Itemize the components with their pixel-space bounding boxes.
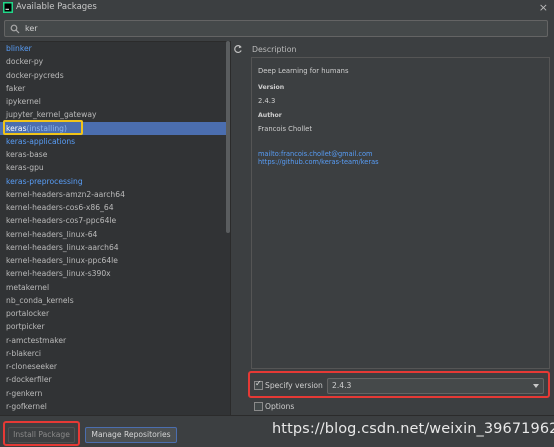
package-name: keras (6, 123, 27, 133)
package-name: r-genkern (6, 388, 43, 398)
package-name: metakernel (6, 282, 50, 292)
package-item[interactable]: keras-preprocessing (0, 175, 230, 188)
title-bar: Available Packages × (0, 0, 554, 16)
package-item[interactable]: keras-applications (0, 135, 230, 148)
package-item[interactable]: keras-gpu (0, 161, 230, 174)
package-name: kernel-headers-cos6-x86_64 (6, 203, 114, 212)
package-name: keras-applications (6, 136, 76, 146)
close-icon[interactable]: × (539, 1, 548, 14)
package-name: docker-py (6, 57, 44, 67)
package-name: portalocker (6, 309, 50, 318)
package-name: r-gofkernel (6, 401, 47, 411)
package-item[interactable]: kernel-headers_linux-ppc64le (0, 254, 230, 267)
package-item[interactable]: docker-py (0, 55, 230, 68)
author-heading: Author (258, 112, 282, 119)
package-item[interactable]: r-amctestmaker (0, 334, 230, 347)
package-item[interactable]: kernel-headers_linux-aarch64 (0, 241, 230, 254)
description-label: Description (252, 45, 297, 54)
package-name: jupyter_kernel_gateway (6, 110, 97, 120)
package-name: ipykernel (6, 97, 41, 106)
package-name: r-amctestmaker (6, 335, 67, 345)
package-name: kernel-headers_linux-s390x (6, 269, 111, 279)
package-name: r-blakerci (6, 348, 41, 358)
version-value: 2.4.3 (258, 97, 276, 105)
version-select-value: 2.4.3 (332, 381, 352, 390)
package-name: kernel-headers_linux-aarch64 (6, 242, 119, 252)
package-name: keras-gpu (6, 163, 44, 173)
package-item[interactable]: nb_conda_kernels (0, 294, 230, 307)
package-item[interactable]: r-genkern (0, 387, 230, 400)
package-item[interactable]: r-cloneseeker (0, 360, 230, 373)
package-item[interactable]: kernel-headers_linux-s390x (0, 267, 230, 280)
package-item[interactable]: faker (0, 82, 230, 95)
package-name: faker (6, 83, 26, 93)
package-item[interactable]: blinker (0, 42, 230, 55)
package-list[interactable]: blinker docker-py docker-pycreds faker ipyke… (0, 41, 230, 415)
package-name: docker-pycreds (6, 70, 64, 80)
package-item[interactable]: kernel-headers-cos7-ppc64le (0, 214, 230, 227)
package-item[interactable]: keras-base (0, 148, 230, 161)
package-name: kernel-headers_linux-ppc64le (6, 256, 118, 265)
version-heading: Version (258, 84, 285, 91)
package-status: (installing) (26, 123, 67, 133)
package-summary: Deep Learning for humans (258, 67, 349, 75)
package-name: r-dockerfiler (6, 375, 52, 385)
repo-link[interactable]: https://github.com/keras-team/keras (258, 158, 379, 166)
package-name: kernel-headers-cos7-ppc64le (6, 216, 117, 226)
package-item[interactable]: r-dockerfiler (0, 373, 230, 386)
package-name: blinker (6, 44, 32, 53)
install-package-button[interactable]: Install Package (8, 427, 75, 443)
package-item[interactable]: kernel-headers-amzn2-aarch64 (0, 188, 230, 201)
package-name: r-cloneseeker (6, 362, 58, 371)
package-item[interactable]: r-blakerci (0, 347, 230, 360)
watermark: https://blog.csdn.net/weixin_39671962 (272, 421, 554, 437)
package-name: nb_conda_kernels (6, 295, 74, 305)
package-item[interactable]: kernel-headers_linux-64 (0, 228, 230, 241)
chevron-down-icon (533, 384, 539, 388)
search-icon (10, 24, 20, 34)
specify-version-label: Specify version (265, 381, 323, 390)
package-name: keras-preprocessing (6, 176, 83, 186)
package-name: portpicker (6, 322, 45, 332)
window-title: Available Packages (16, 2, 97, 12)
description-panel: Deep Learning for humans Version 2.4.3 A… (251, 57, 550, 369)
package-name: kernel-headers-amzn2-aarch64 (6, 189, 125, 199)
package-item[interactable]: docker-pycreds (0, 69, 230, 82)
package-item[interactable]: portpicker (0, 320, 230, 333)
manage-repositories-button[interactable]: Manage Repositories (85, 427, 177, 443)
refresh-icon[interactable] (233, 44, 243, 54)
package-item[interactable]: keras(installing) (0, 121, 230, 135)
specify-version-checkbox[interactable] (254, 379, 263, 390)
package-item[interactable]: jupyter_kernel_gateway (0, 108, 230, 121)
options-label: Options (265, 402, 295, 411)
package-item[interactable]: portalocker (0, 307, 230, 320)
version-select[interactable]: 2.4.3 (327, 378, 544, 394)
package-item[interactable]: metakernel (0, 281, 230, 294)
package-item[interactable]: r-gofkernel (0, 400, 230, 413)
package-name: keras-base (6, 150, 48, 159)
search-box (4, 20, 548, 37)
email-link[interactable]: mailto:francois.chollet@gmail.com (258, 150, 372, 158)
pycharm-app-icon (3, 2, 13, 13)
toolbar-strip (230, 41, 248, 415)
specify-version-row: Specify version 2.4.3 (251, 376, 550, 396)
options-checkbox[interactable] (254, 402, 263, 411)
search-input[interactable] (25, 22, 525, 35)
package-item[interactable]: ipykernel (0, 95, 230, 108)
package-name: kernel-headers_linux-64 (6, 229, 98, 239)
package-item[interactable]: kernel-headers-cos6-x86_64 (0, 201, 230, 214)
author-value: Francois Chollet (258, 125, 313, 133)
